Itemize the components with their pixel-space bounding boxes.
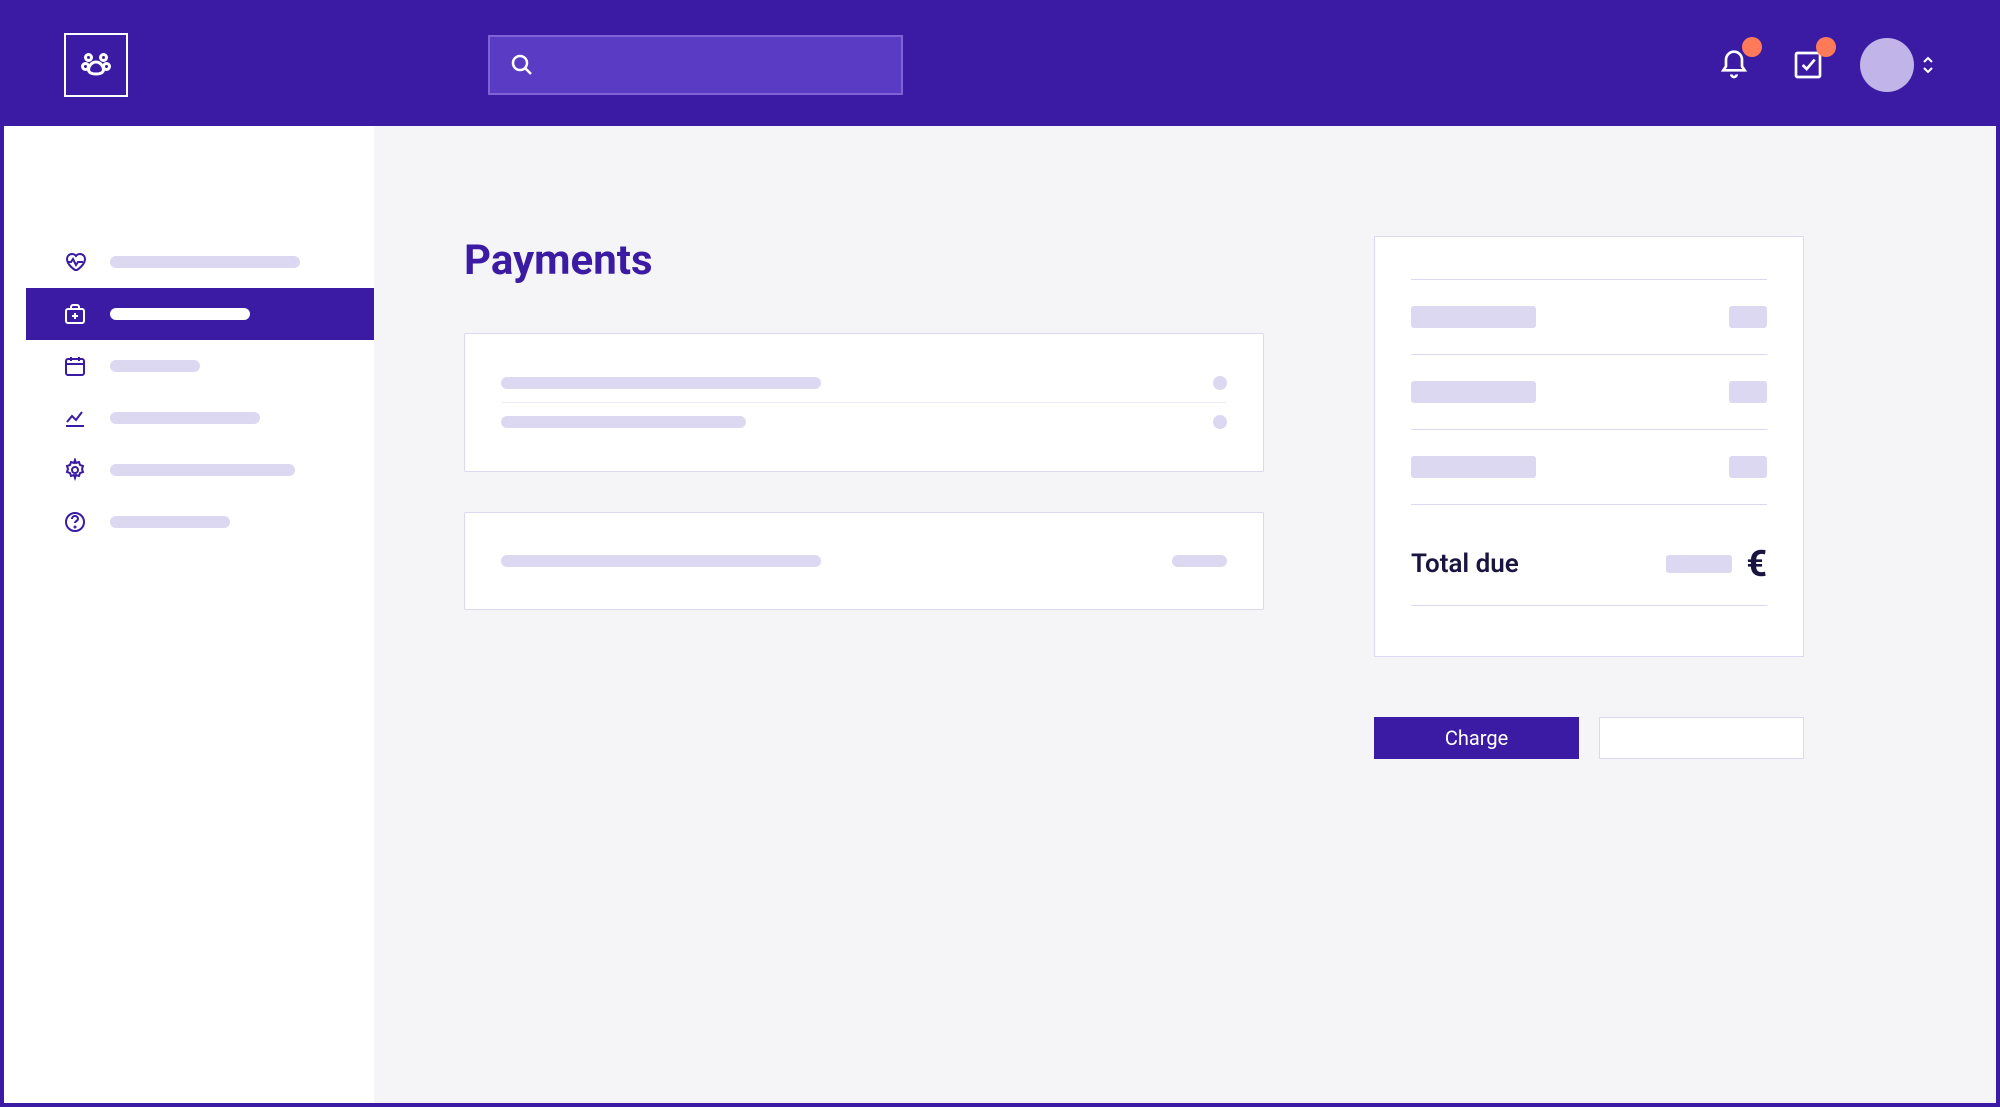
gear-icon (62, 457, 88, 483)
sidebar-item-calendar[interactable] (26, 340, 374, 392)
payments-list-card (464, 333, 1264, 472)
avatar (1860, 38, 1914, 92)
payment-row[interactable] (501, 364, 1227, 402)
search-icon (510, 53, 534, 77)
payments-left-column: Payments (464, 236, 1264, 610)
invoice-line (1411, 354, 1767, 429)
profile-menu[interactable] (1860, 38, 1936, 92)
payment-row[interactable] (501, 402, 1227, 441)
euro-icon: € (1746, 543, 1767, 585)
app-frame: Payments (0, 0, 2000, 1107)
summary-line (501, 543, 1227, 579)
total-due-label: Total due (1411, 549, 1519, 579)
notification-badge (1742, 37, 1762, 57)
sidebar (4, 126, 374, 1103)
chart-icon (62, 405, 88, 431)
help-icon (62, 509, 88, 535)
payments-right-column: Total due € Charge (1374, 236, 1804, 759)
sidebar-item-label (110, 256, 300, 268)
action-buttons: Charge (1374, 717, 1804, 759)
sidebar-item-label (110, 308, 250, 320)
main-content: Payments (374, 126, 1996, 1103)
invoice-line (1411, 429, 1767, 504)
sidebar-item-label (110, 464, 295, 476)
calendar-icon (62, 353, 88, 379)
topbar-right (1712, 38, 1936, 92)
invoice-summary-card: Total due € (1374, 236, 1804, 657)
summary-line-value (1172, 555, 1227, 567)
chevron-up-down-icon (1920, 53, 1936, 77)
invoice-total-row: Total due € (1411, 504, 1767, 606)
charge-button[interactable]: Charge (1374, 717, 1579, 759)
total-due-value: € (1666, 543, 1767, 585)
sidebar-item-label (110, 516, 230, 528)
payment-row-status (1213, 415, 1227, 429)
payment-row-status (1213, 376, 1227, 390)
total-amount-placeholder (1666, 555, 1732, 573)
sidebar-item-payments[interactable] (26, 288, 374, 340)
page-title: Payments (464, 236, 1264, 285)
payment-row-label (501, 377, 821, 389)
sidebar-item-settings[interactable] (26, 444, 374, 496)
app-logo[interactable] (64, 33, 128, 97)
sidebar-item-analytics[interactable] (26, 392, 374, 444)
notifications-button[interactable] (1712, 43, 1756, 87)
body: Payments (4, 126, 1996, 1103)
paw-icon (78, 47, 114, 83)
sidebar-item-help[interactable] (26, 496, 374, 548)
summary-line-label (501, 555, 821, 567)
sidebar-item-label (110, 360, 200, 372)
medical-bag-icon (62, 301, 88, 327)
invoice-line-value (1729, 306, 1767, 328)
invoice-line-label (1411, 306, 1536, 328)
payments-summary-card (464, 512, 1264, 610)
tasks-badge (1816, 37, 1836, 57)
sidebar-item-label (110, 412, 260, 424)
invoice-line-label (1411, 381, 1536, 403)
tasks-button[interactable] (1786, 43, 1830, 87)
invoice-line-value (1729, 456, 1767, 478)
payment-row-label (501, 416, 746, 428)
invoice-line (1411, 279, 1767, 354)
invoice-line-label (1411, 456, 1536, 478)
invoice-line-value (1729, 381, 1767, 403)
secondary-button[interactable] (1599, 717, 1804, 759)
topbar (4, 4, 1996, 126)
search-container (488, 35, 903, 95)
sidebar-item-health[interactable] (26, 236, 374, 288)
heart-icon (62, 249, 88, 275)
search-input[interactable] (488, 35, 903, 95)
